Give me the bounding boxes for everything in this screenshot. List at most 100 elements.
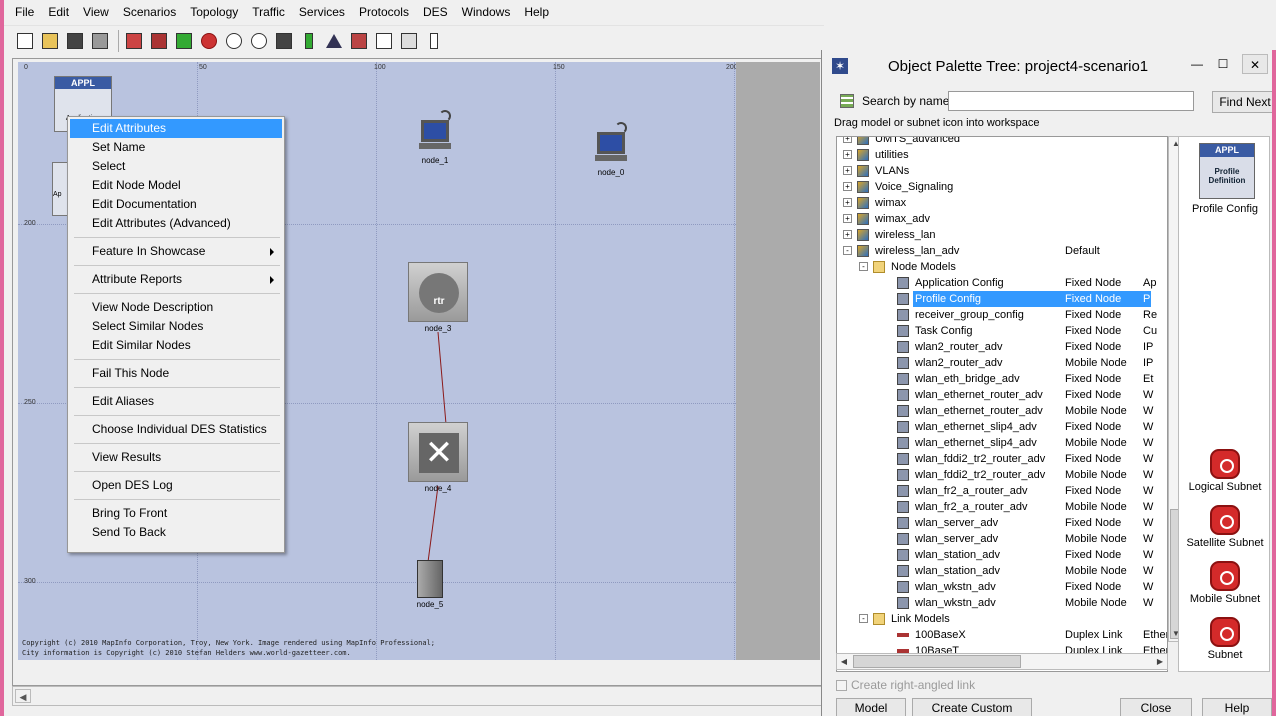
tree-row[interactable]: wlan_fddi2_tr2_router_adv Fixed Node W <box>837 451 1153 467</box>
tree-row[interactable]: + Voice_Signaling <box>837 179 1151 195</box>
tree-row[interactable]: + wimax <box>837 195 1151 211</box>
tree-row[interactable]: + VLANs <box>837 163 1151 179</box>
search-input[interactable] <box>948 91 1194 111</box>
menu-item-choose-des-statistics[interactable]: Choose Individual DES Statistics <box>70 420 282 439</box>
tree-row[interactable]: Profile Config Fixed Node Pr <box>837 291 1154 307</box>
subnet-item[interactable]: Subnet <box>1179 617 1271 661</box>
mobile-subnet-item[interactable]: Mobile Subnet <box>1179 561 1271 605</box>
save-icon[interactable] <box>64 30 86 52</box>
tree-row[interactable]: - wireless_lan_adv Default <box>837 243 1151 259</box>
tree-row[interactable]: wlan_server_adv Mobile Node W <box>837 531 1153 547</box>
menu-item-edit-attributes[interactable]: Edit Attributes <box>70 119 282 138</box>
node-4[interactable]: ✕ node_4 <box>408 422 468 493</box>
expand-icon[interactable]: + <box>843 198 852 207</box>
tree-row[interactable]: receiver_group_config Fixed Node Re <box>837 307 1157 323</box>
menu-item-send-to-back[interactable]: Send To Back <box>70 523 282 542</box>
help-button[interactable]: Help <box>1202 698 1272 716</box>
image-icon[interactable] <box>398 30 420 52</box>
menu-edit[interactable]: Edit <box>41 0 76 24</box>
create-custom-model-button[interactable]: Create Custom Model... <box>912 698 1032 716</box>
node-5[interactable]: node_5 <box>410 560 450 609</box>
model-details-button[interactable]: Model Details <box>836 698 906 716</box>
find-next-button[interactable]: Find Next <box>1212 91 1276 113</box>
expand-icon[interactable]: + <box>843 137 852 143</box>
tree-row[interactable]: wlan_ethernet_slip4_adv Mobile Node W <box>837 435 1153 451</box>
expand-icon[interactable]: + <box>843 214 852 223</box>
expand-icon[interactable]: + <box>843 182 852 191</box>
vne-icon[interactable] <box>273 30 295 52</box>
battery-icon[interactable] <box>298 30 320 52</box>
logical-subnet-item[interactable]: Logical Subnet <box>1179 449 1271 493</box>
print-icon[interactable] <box>89 30 111 52</box>
menu-item-select[interactable]: Select <box>70 157 282 176</box>
tree-row[interactable]: wlan_wkstn_adv Fixed Node W <box>837 579 1153 595</box>
menu-protocols[interactable]: Protocols <box>352 0 416 24</box>
scroll-left-icon[interactable]: ◀ <box>15 689 31 703</box>
menu-item-select-similar-nodes[interactable]: Select Similar Nodes <box>70 317 282 336</box>
tree-row[interactable]: + wimax_adv <box>837 211 1151 227</box>
menu-windows[interactable]: Windows <box>455 0 518 24</box>
menu-view[interactable]: View <box>76 0 116 24</box>
tree-row[interactable]: wlan_eth_bridge_adv Fixed Node Et <box>837 371 1153 387</box>
menu-item-view-node-description[interactable]: View Node Description <box>70 298 282 317</box>
menu-item-edit-aliases[interactable]: Edit Aliases <box>70 392 282 411</box>
menu-item-edit-documentation[interactable]: Edit Documentation <box>70 195 282 214</box>
menu-item-open-des-log[interactable]: Open DES Log <box>70 476 282 495</box>
tree-row[interactable]: + wireless_lan <box>837 227 1151 243</box>
menu-item-fail-this-node[interactable]: Fail This Node <box>70 364 282 383</box>
tree-row[interactable]: wlan_ethernet_router_adv Fixed Node W <box>837 387 1153 403</box>
menu-traffic[interactable]: Traffic <box>245 0 292 24</box>
tree-row[interactable]: wlan_station_adv Fixed Node W <box>837 547 1153 563</box>
tree-row[interactable]: wlan_wkstn_adv Mobile Node W <box>837 595 1153 611</box>
tree-row[interactable]: + UMTS_advanced <box>837 137 1151 147</box>
ruler-icon[interactable] <box>423 30 445 52</box>
configure-icon[interactable] <box>123 30 145 52</box>
tree-row[interactable]: wlan2_router_adv Mobile Node IP <box>837 355 1153 371</box>
zoom-out-icon[interactable] <box>248 30 270 52</box>
menu-scenarios[interactable]: Scenarios <box>116 0 183 24</box>
expand-icon[interactable]: + <box>843 150 852 159</box>
satellite-subnet-item[interactable]: Satellite Subnet <box>1179 505 1271 549</box>
menu-item-feature-in-showcase[interactable]: Feature In Showcase <box>70 242 282 261</box>
tree-row[interactable]: wlan_fddi2_tr2_router_adv Mobile Node W <box>837 467 1153 483</box>
scrollbar-thumb[interactable] <box>853 655 1021 668</box>
scroll-left-icon[interactable]: ◀ <box>837 654 851 669</box>
checkpoint-icon[interactable] <box>173 30 195 52</box>
profile-config-node[interactable]: Ap <box>52 162 68 216</box>
tree-horizontal-scrollbar[interactable]: ◀ ▶ <box>836 653 1168 670</box>
failure-icon[interactable] <box>198 30 220 52</box>
profile-definition-icon[interactable]: APPL Profile Definition <box>1199 143 1255 199</box>
close-window-button[interactable]: ✕ <box>1242 54 1268 74</box>
tree-row[interactable]: wlan_ethernet_slip4_adv Fixed Node W <box>837 419 1153 435</box>
open-icon[interactable] <box>39 30 61 52</box>
menu-item-edit-node-model[interactable]: Edit Node Model <box>70 176 282 195</box>
collapse-icon[interactable]: - <box>859 614 868 623</box>
menu-item-attribute-reports[interactable]: Attribute Reports <box>70 270 282 289</box>
menu-item-set-name[interactable]: Set Name <box>70 138 282 157</box>
menu-item-bring-to-front[interactable]: Bring To Front <box>70 504 282 523</box>
palette-tree[interactable]: + UMTS_advanced + utilities + VLANs + Voice_Sig… <box>836 136 1168 672</box>
tree-row[interactable]: wlan2_router_adv Fixed Node IP <box>837 339 1153 355</box>
collapse-icon[interactable]: - <box>859 262 868 271</box>
wand-icon[interactable] <box>348 30 370 52</box>
scroll-right-icon[interactable]: ▶ <box>1153 654 1167 669</box>
expand-icon[interactable]: + <box>843 166 852 175</box>
minimize-button[interactable]: — <box>1184 54 1210 74</box>
tree-row[interactable]: wlan_fr2_a_router_adv Fixed Node W <box>837 483 1153 499</box>
node-1[interactable]: node_1 <box>410 110 460 165</box>
node-0[interactable]: node_0 <box>586 122 636 177</box>
tree-row[interactable]: + utilities <box>837 147 1151 163</box>
menu-des[interactable]: DES <box>416 0 455 24</box>
menu-item-view-results[interactable]: View Results <box>70 448 282 467</box>
tree-row[interactable]: Application Config Fixed Node Ap <box>837 275 1156 291</box>
new-icon[interactable] <box>14 30 36 52</box>
triangle-icon[interactable] <box>323 30 345 52</box>
menu-item-edit-attributes-advanced[interactable]: Edit Attributes (Advanced) <box>70 214 282 233</box>
expand-icon[interactable]: + <box>843 230 852 239</box>
properties-icon[interactable] <box>373 30 395 52</box>
close-button[interactable]: Close <box>1120 698 1192 716</box>
tree-row[interactable]: wlan_station_adv Mobile Node W <box>837 563 1153 579</box>
right-angled-link-checkbox[interactable]: Create right-angled link <box>836 678 975 692</box>
collapse-icon[interactable]: - <box>843 246 852 255</box>
tree-row[interactable]: 100BaseX Duplex Link Ethernet 100 Bas <box>837 627 1167 643</box>
